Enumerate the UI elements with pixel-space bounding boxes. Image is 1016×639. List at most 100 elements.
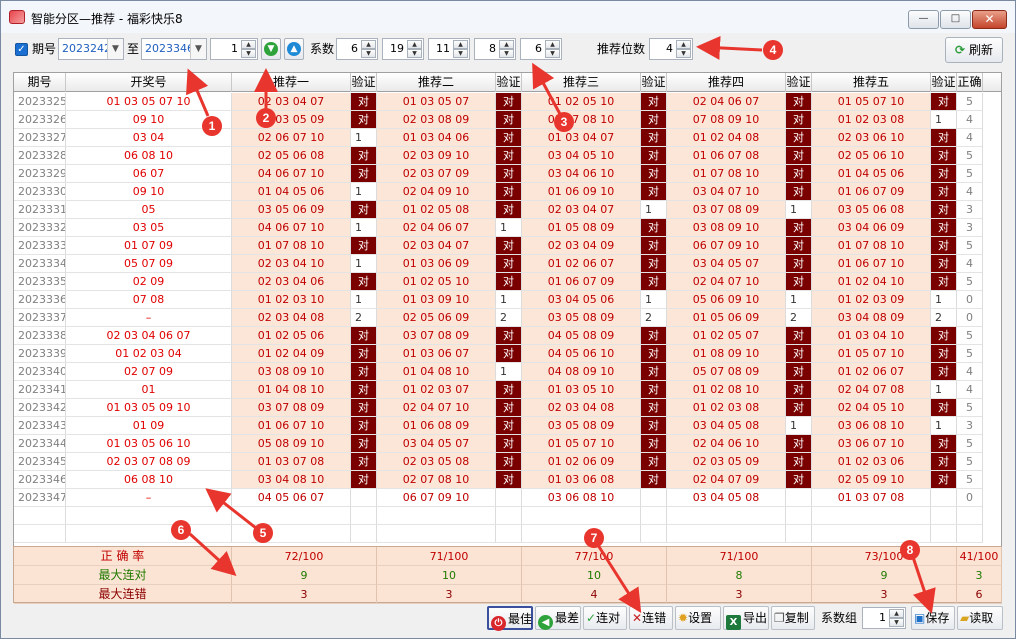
verify3-cell: 对 bbox=[641, 237, 667, 255]
spin-down-icon[interactable]: ▼ bbox=[889, 618, 904, 627]
close-button[interactable]: ✕ bbox=[972, 10, 1007, 29]
rec3-cell: 03 04 05 10 bbox=[522, 147, 641, 165]
table-row[interactable]: 2023329 06 07 04 06 07 10 对 02 03 07 09 对 03 0… bbox=[14, 165, 1001, 183]
chevron-down-icon[interactable]: ▼ bbox=[107, 39, 123, 59]
best-button[interactable]: ⏻ 最佳 bbox=[487, 606, 533, 631]
spin-down-icon[interactable]: ▼ bbox=[361, 49, 376, 58]
spin-down-icon[interactable]: ▼ bbox=[676, 49, 691, 58]
rec4-cell: 03 04 05 07 bbox=[667, 255, 786, 273]
table-row[interactable]: 2023342 01 03 05 09 10 03 07 08 09 对 02 04 0… bbox=[14, 399, 1001, 417]
chevron-down-icon[interactable]: ▼ bbox=[190, 39, 206, 59]
max-miss-streak-value: 3 bbox=[232, 585, 377, 604]
rec2-cell: 02 05 06 09 bbox=[377, 309, 496, 327]
correct-count-cell: 3 bbox=[957, 219, 983, 237]
spin-up-icon[interactable]: ▲ bbox=[676, 40, 691, 49]
table-row[interactable]: 2023336 07 08 01 02 03 10 1 01 03 09 10 1 03 0… bbox=[14, 291, 1001, 309]
table-row[interactable]: 2023345 02 03 07 08 09 01 03 07 08 对 02 03 0… bbox=[14, 453, 1001, 471]
table-row[interactable]: 2023340 02 07 09 03 08 09 10 对 01 04 08 10 1 0… bbox=[14, 363, 1001, 381]
copy-button[interactable]: ❐复制 bbox=[771, 606, 815, 630]
period-from-combo[interactable]: 2023242 ▼ bbox=[58, 38, 124, 60]
table-row[interactable]: 2023333 01 07 09 01 07 08 10 对 02 03 04 07 对 0… bbox=[14, 237, 1001, 255]
spin-up-icon[interactable]: ▲ bbox=[241, 40, 256, 49]
spin-down-icon[interactable]: ▼ bbox=[241, 49, 256, 58]
prev-button[interactable]: ▲ bbox=[284, 38, 304, 60]
spin-up-icon[interactable]: ▲ bbox=[889, 609, 904, 618]
coef-spinner-4[interactable]: 8 ▲ ▼ bbox=[474, 38, 516, 60]
column-header[interactable]: 验证 bbox=[786, 73, 812, 92]
column-header[interactable]: 验证 bbox=[641, 73, 667, 92]
column-header[interactable]: 推荐五 bbox=[812, 73, 931, 92]
spin-down-icon[interactable]: ▼ bbox=[453, 49, 468, 58]
worst-button[interactable]: ◀ 最差 bbox=[535, 606, 581, 630]
column-header[interactable]: 推荐四 bbox=[667, 73, 786, 92]
coef-spinner-2[interactable]: 19 ▲ ▼ bbox=[382, 38, 424, 60]
coef-group-spinner[interactable]: 1 ▲ ▼ bbox=[862, 607, 906, 629]
export-button[interactable]: X 导出 bbox=[723, 606, 769, 630]
verify2-cell: 对 bbox=[496, 165, 522, 183]
digits-spinner[interactable]: 4 ▲ ▼ bbox=[649, 38, 693, 60]
table-row[interactable]: 2023338 02 03 04 06 07 01 02 05 06 对 03 07 0… bbox=[14, 327, 1001, 345]
rec1-cell: 04 05 06 07 bbox=[232, 489, 351, 507]
column-header[interactable]: 期号 bbox=[14, 73, 66, 92]
table-row[interactable]: 2023339 01 02 03 04 01 02 04 09 对 01 03 06 0… bbox=[14, 345, 1001, 363]
spin-up-icon[interactable]: ▲ bbox=[545, 40, 560, 49]
verify3-cell: 对 bbox=[641, 147, 667, 165]
coef-spinner-1[interactable]: 6 ▲ ▼ bbox=[336, 38, 378, 60]
table-row[interactable]: 2023346 06 08 10 03 04 08 10 对 02 07 08 10 对 0… bbox=[14, 471, 1001, 489]
spin-up-icon[interactable]: ▲ bbox=[407, 40, 422, 49]
table-row[interactable]: 2023341 01 01 04 08 10 对 01 02 03 07 对 01 03 0… bbox=[14, 381, 1001, 399]
spin-down-icon[interactable]: ▼ bbox=[545, 49, 560, 58]
column-header[interactable]: 推荐二 bbox=[377, 73, 496, 92]
verify4-cell: 对 bbox=[786, 381, 812, 399]
period-checkbox[interactable]: ✓ bbox=[15, 43, 28, 56]
refresh-button[interactable]: ⟳ 刷新 bbox=[945, 37, 1003, 63]
empty-cell bbox=[232, 507, 351, 525]
column-header[interactable]: 验证 bbox=[931, 73, 957, 92]
load-button[interactable]: ▰读取 bbox=[957, 606, 1003, 630]
spin-up-icon[interactable]: ▲ bbox=[453, 40, 468, 49]
table-row[interactable]: 2023344 01 03 05 06 10 05 08 09 10 对 03 04 0… bbox=[14, 435, 1001, 453]
correct-count-cell: 5 bbox=[957, 345, 983, 363]
table-row[interactable]: 2023334 05 07 09 02 03 04 10 1 01 03 06 09 对 0… bbox=[14, 255, 1001, 273]
table-row[interactable]: 2023331 05 03 05 06 09 对 01 02 05 08 对 02 03 0… bbox=[14, 201, 1001, 219]
consecutive-miss-button[interactable]: ✕连错 bbox=[629, 606, 673, 630]
rec3-cell: 04 08 09 10 bbox=[522, 363, 641, 381]
table-row[interactable]: 2023328 06 08 10 02 05 06 08 对 02 03 09 10 对 0… bbox=[14, 147, 1001, 165]
table-row[interactable]: 2023326 09 10 02 03 05 09 对 02 03 08 09 对 01 0… bbox=[14, 111, 1001, 129]
verify5-cell: 对 bbox=[931, 219, 957, 237]
maximize-button[interactable]: □ bbox=[940, 10, 971, 29]
consecutive-hit-button[interactable]: ✓连对 bbox=[583, 606, 627, 630]
table-row[interactable]: 2023330 09 10 01 04 05 06 1 02 04 09 10 对 01 0… bbox=[14, 183, 1001, 201]
spin-up-icon[interactable]: ▲ bbox=[361, 40, 376, 49]
table-row[interactable]: 2023347–04 05 06 07 06 07 09 10 03 06 08 1… bbox=[14, 489, 1001, 507]
table-row[interactable]: 2023325 01 03 05 07 10 02 03 04 07 对 01 03 0… bbox=[14, 93, 1001, 111]
step-spinner[interactable]: 1 ▲ ▼ bbox=[210, 38, 258, 60]
table-row[interactable]: 2023327 03 04 02 06 07 10 1 01 03 04 06 对 01 0… bbox=[14, 129, 1001, 147]
rec1-cell: 02 03 04 06 bbox=[232, 273, 351, 291]
save-button[interactable]: ▣保存 bbox=[911, 606, 955, 630]
table-row[interactable]: 2023343 01 09 01 06 07 10 对 01 06 08 09 对 03 0… bbox=[14, 417, 1001, 435]
table-row[interactable]: 2023335 02 09 02 03 04 06 对 01 02 05 10 对 01 0… bbox=[14, 273, 1001, 291]
floppy-icon: ▣ bbox=[914, 611, 926, 625]
results-table[interactable]: 期号 开奖号 推荐一 验证 推荐二 验证 推荐三 验证 推荐四 验证 推荐五 验证 正确 2023325… bbox=[13, 72, 1002, 547]
coef-spinner-3[interactable]: 11 ▲ ▼ bbox=[428, 38, 470, 60]
column-header[interactable]: 正确 bbox=[957, 73, 983, 92]
table-row[interactable]: 2023337–02 03 04 08 2 02 05 06 09 2 03 05 08… bbox=[14, 309, 1001, 327]
next-button[interactable]: ▼ bbox=[261, 38, 281, 60]
draw-cell: 01 09 bbox=[66, 417, 232, 435]
coef-spinner-5[interactable]: 6 ▲ ▼ bbox=[520, 38, 562, 60]
column-header[interactable]: 开奖号 bbox=[66, 73, 232, 92]
settings-button[interactable]: ✹设置 bbox=[675, 606, 721, 630]
spin-down-icon[interactable]: ▼ bbox=[407, 49, 422, 58]
spin-up-icon[interactable]: ▲ bbox=[499, 40, 514, 49]
spin-down-icon[interactable]: ▼ bbox=[499, 49, 514, 58]
column-header[interactable]: 验证 bbox=[496, 73, 522, 92]
verify2-cell: 对 bbox=[496, 255, 522, 273]
column-header[interactable]: 推荐一 bbox=[232, 73, 351, 92]
column-header[interactable]: 验证 bbox=[351, 73, 377, 92]
minimize-button[interactable]: — bbox=[908, 10, 939, 29]
column-header[interactable]: 推荐三 bbox=[522, 73, 641, 92]
period-to-combo[interactable]: 2023346 ▼ bbox=[141, 38, 207, 60]
correct-count-cell: 0 bbox=[957, 489, 983, 507]
table-row[interactable]: 2023332 03 05 04 06 07 10 1 02 04 06 07 1 01 0… bbox=[14, 219, 1001, 237]
